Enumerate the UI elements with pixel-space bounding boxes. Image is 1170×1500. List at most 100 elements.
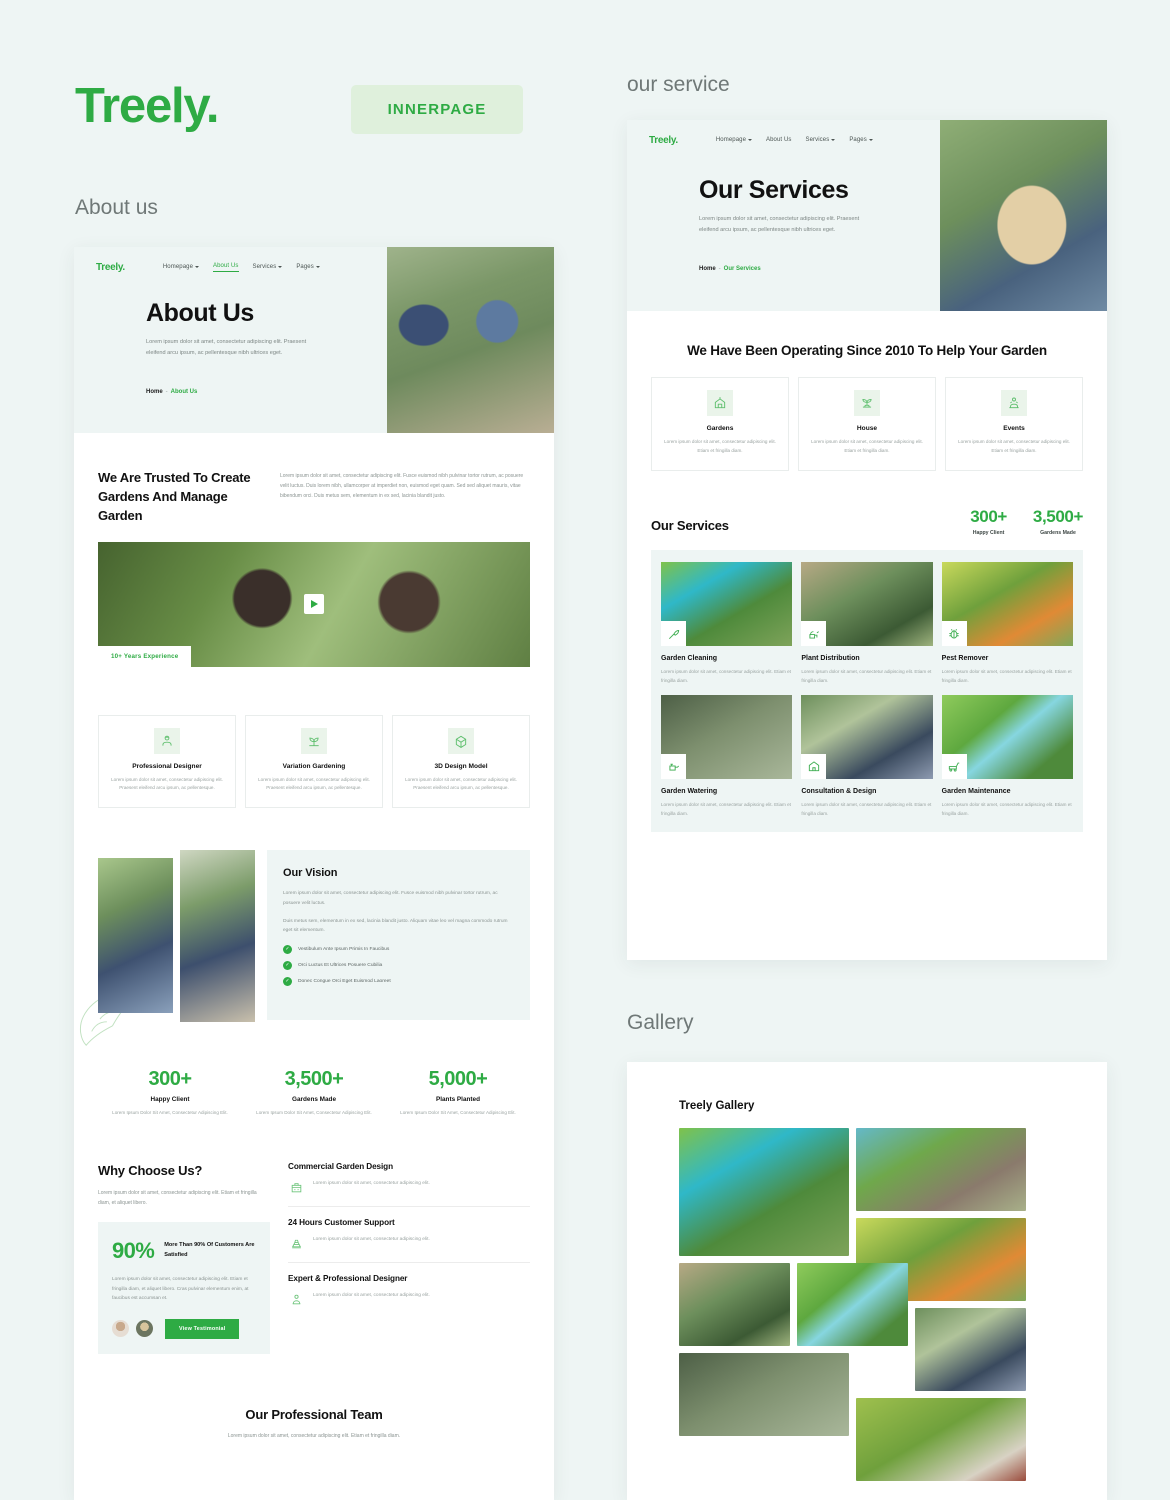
gallery-item[interactable] — [856, 1128, 1026, 1211]
satisfaction-text: More Than 90% Of Customers Are Satisfied — [164, 1242, 255, 1258]
why-item-title: 24 Hours Customer Support — [288, 1218, 395, 1228]
feature-card-desc: Lorem ipsum dolor sit amet, consectetur … — [111, 776, 223, 791]
service-card-title: Garden Watering — [661, 787, 718, 795]
why-item-desc: Lorem ipsum dolor sit amet, consectetur … — [313, 1293, 430, 1299]
breadcrumb-home[interactable]: Home — [146, 389, 163, 395]
why-choose-right: Commercial Garden Design Lorem ipsum dol… — [288, 1162, 530, 1354]
service-card[interactable]: Plant Distribution Lorem ipsum dolor sit… — [801, 562, 933, 685]
expert-icon — [288, 1291, 304, 1307]
services-grid-wrapper: Garden Cleaning Lorem ipsum dolor sit am… — [651, 550, 1083, 832]
service-card[interactable]: Garden Watering Lorem ipsum dolor sit am… — [661, 694, 793, 818]
services-hero-copy: Our Services Lorem ipsum dolor sit amet,… — [627, 120, 940, 311]
stat-item: 300+ Happy Client Lorem Ipsum Dolor Sit … — [98, 1068, 242, 1118]
about-vision-section: Our Vision Lorem ipsum dolor sit amet, c… — [74, 850, 554, 1047]
feature-card[interactable]: Professional Designer Lorem ipsum dolor … — [98, 714, 236, 809]
stat-label: Gardens Made — [291, 1096, 337, 1104]
breadcrumb-current: Our Services — [723, 266, 761, 273]
avatar — [136, 1320, 153, 1338]
nav-item-services[interactable]: Services — [253, 263, 283, 272]
mower-icon — [941, 753, 967, 779]
view-testimonial-button[interactable]: View Testimonial — [165, 1318, 240, 1339]
service-card[interactable]: Pest Remover Lorem ipsum dolor sit amet,… — [941, 562, 1073, 685]
navbar-logo[interactable]: Treely. — [96, 262, 125, 273]
stat-number: 300+ — [148, 1068, 192, 1091]
nav-item-pages[interactable]: Pages — [849, 137, 873, 143]
navbar-menu: Homepage About Us Services Pages — [716, 137, 873, 143]
services-hero-title: Our Services — [699, 176, 849, 204]
nav-item-pages[interactable]: Pages — [296, 263, 320, 272]
service-card[interactable]: Consultation & Design Lorem ipsum dolor … — [801, 694, 933, 818]
team-heading: Our Professional Team — [245, 1406, 383, 1422]
trusted-heading: We Are Trusted To Create Gardens And Man… — [98, 470, 251, 523]
operating-card-title: Events — [1003, 425, 1025, 433]
why-item-desc: Lorem ipsum dolor sit amet, consectetur … — [313, 1181, 430, 1187]
innerpage-badge[interactable]: INNERPAGE — [351, 85, 523, 134]
about-hero-subtitle: Lorem ipsum dolor sit amet, consectetur … — [146, 339, 307, 357]
services-grid: Garden Cleaning Lorem ipsum dolor sit am… — [661, 562, 1073, 818]
about-video-thumbnail[interactable]: 10+ Years Experience — [98, 541, 530, 667]
stat-number: 3,500+ — [284, 1068, 344, 1091]
play-icon — [310, 600, 318, 609]
service-card-desc: Lorem ipsum dolor sit amet, consectetur … — [801, 669, 932, 684]
chevron-down-icon — [278, 266, 283, 268]
operating-card-desc: Lorem ipsum dolor sit amet, consectetur … — [811, 439, 923, 454]
service-card-image — [801, 694, 933, 779]
team-desc: Lorem ipsum dolor sit amet, consectetur … — [227, 1432, 401, 1439]
services-head-row: Our Services 300+ Happy Client 3,500+ Ga… — [651, 507, 1083, 536]
play-button[interactable] — [304, 594, 324, 615]
stat-number: 5,000+ — [428, 1068, 488, 1091]
nav-item-about-us[interactable]: About Us — [766, 137, 791, 143]
feature-card-row: Professional Designer Lorem ipsum dolor … — [98, 714, 530, 809]
about-trusted-section: We Are Trusted To Create Gardens And Man… — [74, 469, 554, 667]
why-item-title: Expert & Professional Designer — [288, 1274, 408, 1284]
chevron-down-icon — [831, 139, 836, 141]
operating-card[interactable]: Events Lorem ipsum dolor sit amet, conse… — [945, 377, 1083, 472]
navbar-logo[interactable]: Treely. — [649, 135, 678, 146]
operating-card[interactable]: Gardens Lorem ipsum dolor sit amet, cons… — [651, 377, 789, 472]
services-grid-block: Garden Cleaning Lorem ipsum dolor sit am… — [627, 550, 1107, 832]
operating-cards: Gardens Lorem ipsum dolor sit amet, cons… — [627, 377, 1107, 472]
nav-item-homepage[interactable]: Homepage — [163, 263, 200, 272]
operating-card-desc: Lorem ipsum dolor sit amet, consectetur … — [958, 439, 1070, 454]
why-choose-heading: Why Choose Us? — [98, 1163, 203, 1179]
house-icon — [854, 390, 880, 417]
avatar — [112, 1320, 129, 1338]
operating-card-row: Gardens Lorem ipsum dolor sit amet, cons… — [651, 377, 1083, 472]
operating-card[interactable]: House Lorem ipsum dolor sit amet, consec… — [798, 377, 936, 472]
watering-icon — [801, 621, 827, 647]
breadcrumb-home[interactable]: Home — [699, 266, 716, 272]
about-hero-image — [387, 247, 554, 433]
gallery-item[interactable] — [679, 1263, 790, 1346]
chevron-down-icon — [748, 139, 753, 141]
satisfaction-head: 90% More Than 90% Of Customers Are Satis… — [112, 1238, 256, 1264]
feature-card[interactable]: 3D Design Model Lorem ipsum dolor sit am… — [392, 714, 530, 809]
counter-number: 3,500+ — [1032, 507, 1083, 527]
about-feature-cards: Professional Designer Lorem ipsum dolor … — [74, 714, 554, 809]
services-heading: Our Services — [651, 518, 729, 534]
gallery-item[interactable] — [915, 1308, 1026, 1391]
trusted-body: Lorem ipsum dolor sit amet, consectetur … — [280, 473, 524, 499]
chevron-down-icon — [195, 266, 200, 268]
feature-card-title: Professional Designer — [132, 762, 202, 770]
service-card[interactable]: Garden Maintenance Lorem ipsum dolor sit… — [941, 694, 1073, 818]
list-item: ✓ Orci Luctus Et Ultrices Posuere Cubilia — [283, 960, 514, 970]
counter-item: 3,500+ Gardens Made — [1033, 507, 1083, 536]
nav-item-about-us[interactable]: About Us — [213, 263, 239, 272]
bug-icon — [941, 621, 967, 647]
service-card[interactable]: Garden Cleaning Lorem ipsum dolor sit am… — [661, 562, 793, 685]
feature-card[interactable]: Variation Gardening Lorem ipsum dolor si… — [245, 714, 383, 809]
gallery-item[interactable] — [679, 1353, 849, 1436]
nav-item-homepage[interactable]: Homepage — [716, 137, 753, 143]
screenshot-stage: Treely. INNERPAGE About us our service G… — [0, 0, 1170, 1500]
nav-item-services[interactable]: Services — [806, 137, 836, 143]
sprout-icon — [301, 727, 327, 754]
services-hero: Treely. Homepage About Us Services Pages… — [627, 120, 1107, 311]
gallery-block: Treely Gallery — [627, 1062, 1107, 1481]
vision-image-left — [98, 858, 173, 1014]
service-card-title: Garden Maintenance — [941, 787, 1011, 795]
gallery-item[interactable] — [856, 1398, 1026, 1481]
gallery-item[interactable] — [679, 1128, 849, 1256]
breadcrumb: Home - Our Services — [699, 266, 940, 272]
breadcrumb-separator: - — [165, 389, 168, 396]
gallery-item[interactable] — [797, 1263, 908, 1346]
